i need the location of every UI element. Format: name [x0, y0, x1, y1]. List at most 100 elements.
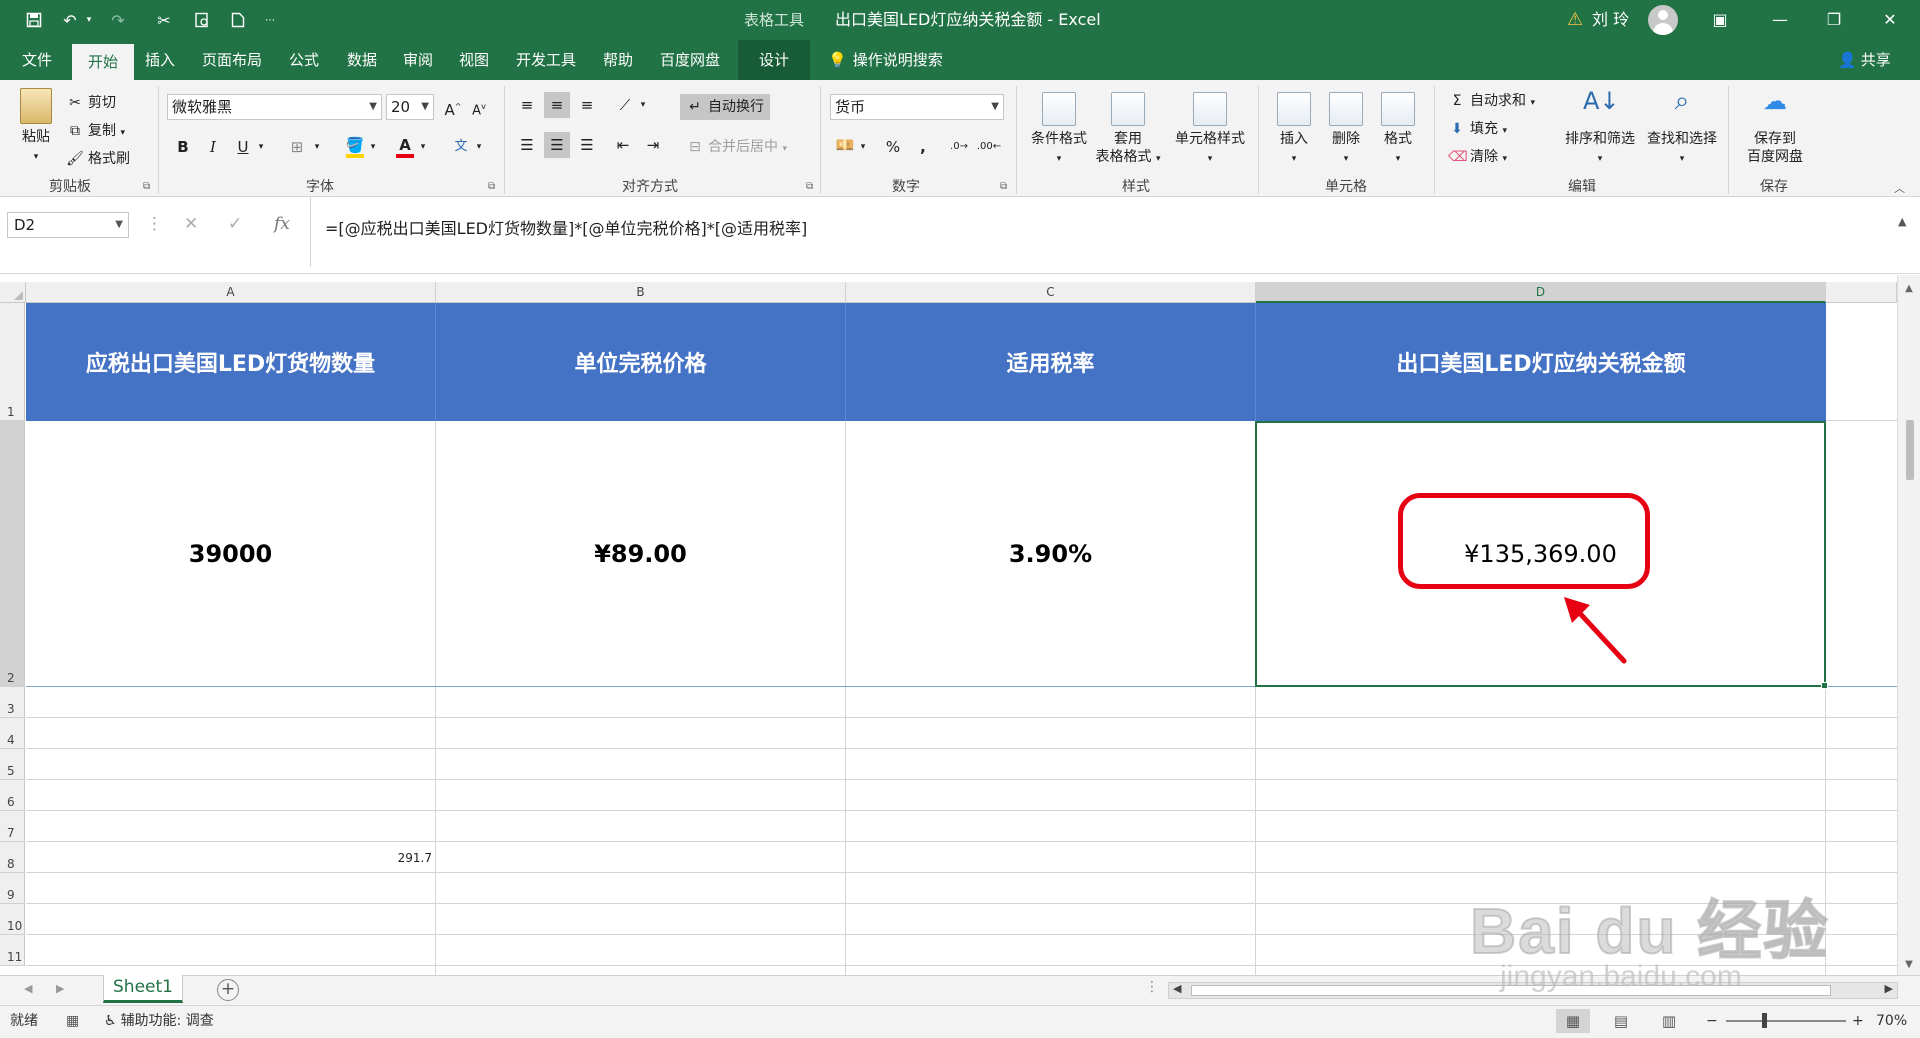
tab-developer[interactable]: 开发工具 — [508, 40, 584, 80]
underline-button[interactable]: U — [230, 134, 256, 160]
worksheet-grid[interactable]: A B C D 1 2 3 4 5 6 7 8 9 10 11 应税出口美国LE… — [0, 275, 1920, 975]
grow-font-button[interactable]: A^ — [440, 94, 466, 120]
tab-page-layout[interactable]: 页面布局 — [194, 40, 270, 80]
format-cells-button[interactable]: 格式 ▾ — [1376, 92, 1420, 168]
cell-b1[interactable]: 单位完税价格 — [436, 303, 846, 421]
column-header-c[interactable]: C — [846, 282, 1256, 303]
cell-c2[interactable]: 3.90% — [846, 421, 1255, 687]
copy-button[interactable]: ⧉ 复制 ▾ — [66, 120, 125, 140]
zoom-in-button[interactable]: + — [1852, 1006, 1864, 1036]
align-top-icon[interactable]: ≡ — [514, 92, 540, 118]
fill-button[interactable]: ⬇ 填充 ▾ — [1448, 118, 1507, 138]
autosum-button[interactable]: Σ 自动求和 ▾ — [1448, 90, 1535, 110]
cut-icon[interactable]: ✂ — [152, 8, 176, 32]
fill-color-dropdown-icon[interactable]: ▾ — [366, 134, 380, 160]
scroll-down-icon[interactable]: ▼ — [1898, 959, 1920, 970]
comma-style-button[interactable]: , — [910, 134, 936, 160]
cell-a2[interactable]: 39000 — [26, 421, 435, 687]
number-launcher-icon[interactable]: ⧉ — [1000, 181, 1007, 192]
tab-review[interactable]: 审阅 — [394, 40, 442, 80]
accounting-dropdown-icon[interactable]: ▾ — [856, 134, 870, 160]
undo-icon[interactable]: ↶ — [58, 8, 82, 32]
expand-formula-bar-icon[interactable]: ▲ — [1898, 215, 1906, 228]
row-header-2[interactable]: 2 — [0, 421, 25, 687]
conditional-formatting-button[interactable]: 条件格式 ▾ — [1024, 92, 1094, 168]
vertical-scrollbar[interactable]: ▲ ▼ — [1897, 275, 1920, 975]
increase-decimal-icon[interactable]: .0→ — [946, 134, 972, 160]
select-all-corner[interactable] — [0, 282, 26, 303]
tab-data[interactable]: 数据 — [338, 40, 386, 80]
phonetic-guide-button[interactable]: 文 — [448, 134, 474, 160]
scroll-left-icon[interactable]: ◀ — [1173, 982, 1181, 995]
maximize-button[interactable]: ❐ — [1806, 0, 1862, 40]
add-sheet-icon[interactable]: + — [217, 979, 239, 1001]
paste-button[interactable]: 粘贴 ▾ — [12, 88, 60, 166]
minimize-button[interactable]: — — [1752, 0, 1808, 40]
scroll-up-icon[interactable]: ▲ — [1898, 283, 1920, 294]
new-document-icon[interactable] — [226, 8, 250, 32]
user-name[interactable]: 刘 玲 — [1592, 0, 1629, 40]
accounting-format-icon[interactable]: 💴 — [832, 132, 858, 158]
tab-baidu-netdisk[interactable]: 百度网盘 — [650, 40, 730, 80]
warning-icon[interactable]: ⚠ — [1567, 9, 1583, 30]
page-layout-view-icon[interactable]: ▤ — [1604, 1009, 1638, 1033]
font-color-button[interactable]: A — [392, 132, 418, 158]
decrease-decimal-icon[interactable]: .00← — [976, 134, 1002, 160]
insert-function-icon[interactable]: fx — [274, 214, 290, 234]
macro-recording-icon[interactable]: ▦ — [66, 1006, 79, 1036]
column-header-a[interactable]: A — [26, 282, 436, 303]
tab-formulas[interactable]: 公式 — [280, 40, 328, 80]
insert-cells-button[interactable]: 插入 ▾ — [1272, 92, 1316, 168]
save-to-baidu-button[interactable]: ☁ 保存到 百度网盘 — [1738, 89, 1812, 166]
underline-dropdown-icon[interactable]: ▾ — [254, 134, 268, 160]
format-as-table-button[interactable]: 套用 表格格式 ▾ — [1090, 92, 1166, 168]
tell-me-search[interactable]: 💡 操作说明搜索 — [828, 40, 943, 80]
save-icon[interactable] — [22, 8, 46, 32]
scroll-right-icon[interactable]: ▶ — [1885, 982, 1893, 995]
font-name-select[interactable]: 微软雅黑 ▼ — [167, 94, 382, 120]
number-format-select[interactable]: 货币 ▼ — [830, 94, 1004, 120]
cut-button[interactable]: ✂ 剪切 — [66, 92, 116, 112]
cell-d1[interactable]: 出口美国LED灯应纳关税金额 — [1256, 303, 1826, 421]
italic-button[interactable]: I — [200, 134, 226, 160]
clear-button[interactable]: ⌫ 清除 ▾ — [1448, 146, 1507, 166]
align-center-icon[interactable]: ☰ — [544, 132, 570, 158]
row-header-5[interactable]: 5 — [0, 749, 25, 780]
page-break-view-icon[interactable]: ▥ — [1652, 1009, 1686, 1033]
sheet-tab-sheet1[interactable]: Sheet1 — [103, 975, 183, 1003]
scroll-thumb[interactable] — [1906, 420, 1914, 480]
borders-dropdown-icon[interactable]: ▾ — [310, 134, 324, 160]
format-painter-button[interactable]: 🖌 格式刷 — [66, 148, 130, 168]
cell-c1[interactable]: 适用税率 — [846, 303, 1256, 421]
share-button[interactable]: 👤 共享 — [1838, 40, 1891, 80]
horizontal-scrollbar[interactable]: ◀ ▶ — [1168, 982, 1898, 999]
row-header-1[interactable]: 1 — [0, 303, 25, 421]
fill-color-button[interactable]: 🪣 — [342, 132, 368, 158]
tab-design[interactable]: 设计 — [738, 40, 810, 80]
close-button[interactable]: ✕ — [1862, 0, 1918, 40]
wrap-text-button[interactable]: ↵ 自动换行 — [680, 94, 770, 120]
cell-b2[interactable]: ¥89.00 — [436, 421, 845, 687]
ribbon-display-options-button[interactable]: ▣ — [1692, 0, 1748, 40]
font-size-select[interactable]: 20 ▼ — [386, 94, 434, 120]
cancel-icon[interactable]: ✕ — [184, 214, 198, 234]
find-select-button[interactable]: ⌕ 查找和选择 ▾ — [1642, 88, 1722, 168]
cell-styles-button[interactable]: 单元格样式 ▾ — [1168, 92, 1252, 168]
enter-icon[interactable]: ✓ — [228, 214, 242, 234]
collapse-ribbon-icon[interactable]: ︿ — [1894, 180, 1905, 196]
delete-cells-button[interactable]: 删除 ▾ — [1324, 92, 1368, 168]
row-header-8[interactable]: 8 — [0, 842, 25, 873]
decrease-indent-icon[interactable]: ⇤ — [610, 132, 636, 158]
name-box[interactable]: D2 ▼ — [7, 212, 129, 238]
normal-view-icon[interactable]: ▦ — [1556, 1009, 1590, 1033]
print-preview-icon[interactable] — [190, 8, 214, 32]
zoom-level[interactable]: 70% — [1876, 1006, 1907, 1036]
merge-center-button[interactable]: ⊟ 合并后居中 ▾ — [680, 134, 793, 160]
column-header-d[interactable]: D — [1256, 282, 1826, 303]
borders-icon[interactable]: ⊞ — [284, 134, 310, 160]
cell-a1[interactable]: 应税出口美国LED灯货物数量 — [26, 303, 436, 421]
avatar[interactable] — [1648, 5, 1678, 35]
formula-input[interactable]: =[@应税出口美国LED灯货物数量]*[@单位完税价格]*[@适用税率] — [310, 197, 1915, 267]
column-header-e[interactable] — [1826, 282, 1897, 303]
align-middle-icon[interactable]: ≡ — [544, 92, 570, 118]
